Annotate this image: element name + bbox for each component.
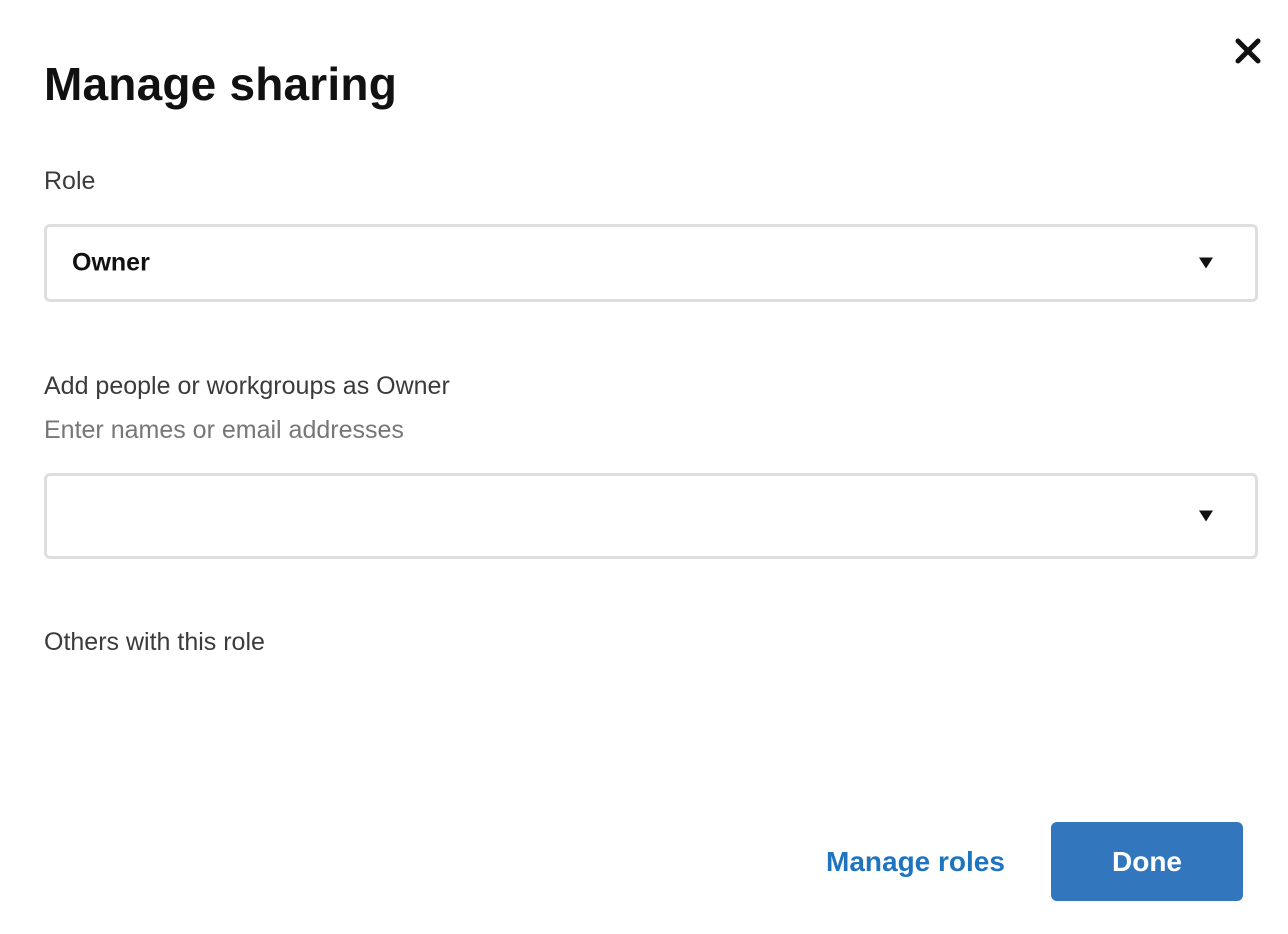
done-button[interactable]: Done <box>1051 822 1243 901</box>
add-people-combobox[interactable] <box>44 473 1258 559</box>
manage-sharing-dialog: Manage sharing Role Owner Add people or … <box>0 0 1288 934</box>
role-label: Role <box>44 167 96 195</box>
role-selected-value: Owner <box>72 248 150 277</box>
others-with-role-label: Others with this role <box>44 628 265 656</box>
dialog-title: Manage sharing <box>44 58 397 110</box>
caret-down-icon <box>1199 257 1213 269</box>
manage-roles-link[interactable]: Manage roles <box>826 842 1005 882</box>
caret-down-icon <box>1199 510 1213 522</box>
close-button[interactable] <box>1233 36 1263 66</box>
role-select[interactable]: Owner <box>44 224 1258 302</box>
add-people-hint: Enter names or email addresses <box>44 416 404 444</box>
add-people-label: Add people or workgroups as Owner <box>44 372 450 400</box>
close-icon <box>1235 38 1261 64</box>
add-people-input[interactable] <box>69 488 1183 546</box>
